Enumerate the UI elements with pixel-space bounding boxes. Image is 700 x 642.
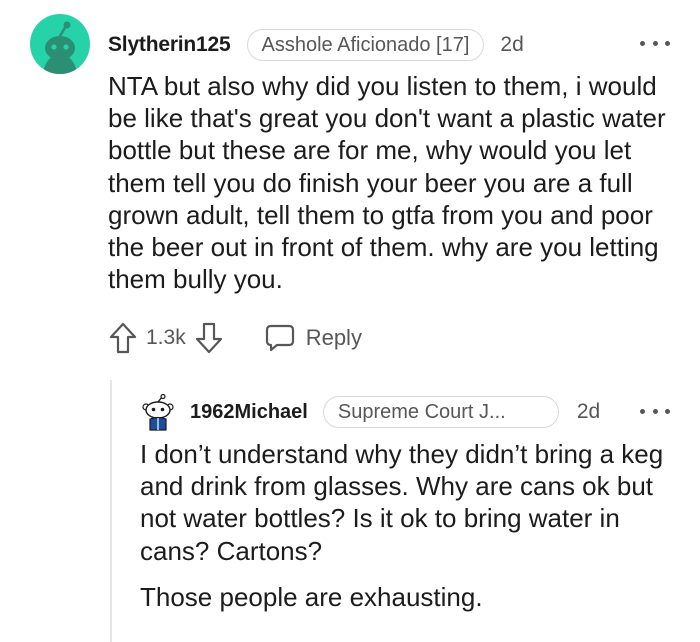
comment-username[interactable]: Slytherin125 xyxy=(108,33,231,57)
comment-meta: Slytherin125 Asshole Aficionado [17] 2d xyxy=(108,27,524,63)
comment-timestamp: 2d xyxy=(500,33,524,56)
comment-actions: 1.3k Reply xyxy=(108,318,362,358)
reply-meta: 1962Michael Supreme Court J... 2d xyxy=(190,395,600,429)
reply-label: Reply xyxy=(305,325,362,350)
more-options-icon[interactable] xyxy=(640,35,670,51)
reply-username[interactable]: 1962Michael xyxy=(190,401,308,424)
speech-bubble-icon xyxy=(265,324,294,352)
user-flair-badge: Asshole Aficionado [17] xyxy=(246,29,485,61)
snoo-avatar-icon[interactable] xyxy=(30,14,90,74)
comment-body: NTA but also why did you listen to them,… xyxy=(108,71,666,295)
downvote-arrow-icon[interactable] xyxy=(194,321,224,355)
reply-paragraph: I don’t understand why they didn’t bring… xyxy=(140,439,664,566)
more-options-icon[interactable] xyxy=(640,404,670,418)
upvote-arrow-icon[interactable] xyxy=(108,321,138,355)
reply-timestamp: 2d xyxy=(576,400,601,423)
reply-paragraph: Those people are exhausting. xyxy=(140,581,483,612)
user-flair-badge: Supreme Court J... xyxy=(322,396,559,428)
thread-line[interactable] xyxy=(110,380,112,642)
snoo-avatar-icon[interactable] xyxy=(141,394,175,432)
reply-button[interactable]: Reply xyxy=(264,322,362,354)
reply-body: I don’t understand why they didn’t bring… xyxy=(140,438,670,613)
vote-score: 1.3k xyxy=(146,326,186,349)
